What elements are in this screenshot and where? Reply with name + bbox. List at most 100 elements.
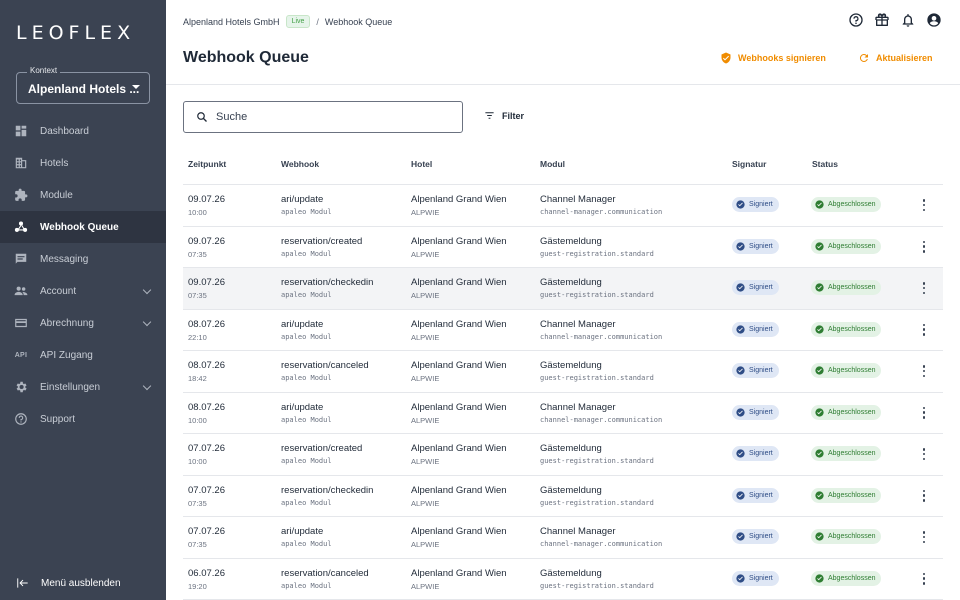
filter-button[interactable]: Filter xyxy=(484,110,524,121)
bell-icon[interactable] xyxy=(900,12,916,28)
more-vert-icon[interactable] xyxy=(920,406,928,419)
table-row[interactable]: 06.07.26 19:20 reservation/canceled apal… xyxy=(183,559,943,600)
collapse-menu-button[interactable]: Menü ausblenden xyxy=(16,576,121,590)
row-module-id: guest-registration.standard xyxy=(540,581,654,590)
column-header-hotel[interactable]: Hotel xyxy=(411,159,432,169)
column-header-webhook[interactable]: Webhook xyxy=(281,159,319,169)
status-label: Abgeschlossen xyxy=(828,408,876,416)
more-vert-icon[interactable] xyxy=(920,572,928,585)
shield-check-icon xyxy=(721,52,731,64)
sign-webhooks-button[interactable]: Webhooks signieren xyxy=(720,52,826,64)
sidebar-item-dashboard[interactable]: Dashboard xyxy=(0,115,166,147)
status-badge: Abgeschlossen xyxy=(811,280,882,295)
column-header-module[interactable]: Modul xyxy=(540,159,565,169)
more-vert-icon[interactable] xyxy=(920,489,928,502)
table-row[interactable]: 08.07.26 18:42 reservation/canceled apal… xyxy=(183,351,943,393)
table-row[interactable]: 09.07.26 07:35 reservation/checkedin apa… xyxy=(183,268,943,310)
logo: LEOFLEX xyxy=(16,22,136,44)
row-webhook: reservation/checkedin xyxy=(281,277,374,288)
people-icon xyxy=(14,284,28,298)
column-header-time[interactable]: Zeitpunkt xyxy=(188,159,226,169)
signature-badge: Signiert xyxy=(732,321,779,337)
refresh-icon xyxy=(859,54,868,63)
row-module-id: guest-registration.standard xyxy=(540,249,654,258)
top-icon-bar xyxy=(838,12,942,28)
sidebar-item-messaging[interactable]: Messaging xyxy=(0,243,166,275)
row-time: 07:35 xyxy=(188,498,207,508)
account-icon[interactable] xyxy=(926,12,942,28)
status-label: Abgeschlossen xyxy=(828,450,876,457)
sidebar-item-api-zugang[interactable]: API API Zugang xyxy=(0,339,166,371)
refresh-button[interactable]: Aktualisieren xyxy=(858,52,933,64)
status-badge: Abgeschlossen xyxy=(811,363,882,378)
row-date: 08.07.26 xyxy=(188,360,225,371)
row-webhook: ari/update xyxy=(281,318,324,330)
row-source: apaleo Modul xyxy=(281,540,332,548)
row-module-id: channel-manager.communication xyxy=(540,208,663,216)
row-date: 07.07.26 xyxy=(188,443,225,454)
breadcrumb: Alpenland Hotels GmbH Live / Webhook Que… xyxy=(183,15,392,28)
row-hotel: Alpenland Grand Wien xyxy=(411,194,507,205)
sidebar-item-label: Account xyxy=(40,285,77,297)
sidebar-item-hotels[interactable]: Hotels xyxy=(0,147,166,179)
status-badge: Abgeschlossen xyxy=(811,321,882,337)
row-module-id: guest-registration.standard xyxy=(540,374,654,382)
sidebar-item-support[interactable]: Support xyxy=(0,403,166,435)
sidebar-item-label: API Zugang xyxy=(40,349,93,361)
signature-label: Signiert xyxy=(749,491,773,499)
table-row[interactable]: 09.07.26 10:00 ari/update apaleo Modul A… xyxy=(183,185,943,227)
row-date: 08.07.26 xyxy=(188,318,225,330)
sidebar-item-einstellungen[interactable]: Einstellungen xyxy=(0,371,166,403)
search-input[interactable] xyxy=(216,111,436,123)
context-select[interactable]: Kontext Alpenland Hotels ... xyxy=(16,66,150,104)
column-header-signature[interactable]: Signatur xyxy=(732,159,766,169)
sidebar-item-label: Module xyxy=(40,189,73,201)
table-row[interactable]: 07.07.26 07:35 reservation/checkedin apa… xyxy=(183,476,943,517)
gift-icon[interactable] xyxy=(874,12,890,28)
row-module-id: guest-registration.standard xyxy=(540,498,654,507)
sidebar-item-label: Abrechnung xyxy=(40,317,94,329)
breadcrumb-separator: / xyxy=(316,16,319,27)
table-row[interactable]: 07.07.26 10:00 reservation/created apale… xyxy=(183,434,943,476)
table-row[interactable]: 07.07.26 07:35 ari/update apaleo Modul A… xyxy=(183,517,943,559)
sidebar-item-modules[interactable]: Module xyxy=(0,179,166,211)
table-row[interactable]: 09.07.26 07:35 reservation/created apale… xyxy=(183,227,943,268)
main-content: Alpenland Hotels GmbH Live / Webhook Que… xyxy=(166,0,960,600)
search-icon xyxy=(197,112,207,122)
verified-icon xyxy=(736,490,745,500)
row-time: 07:35 xyxy=(188,291,207,300)
row-source: apaleo Modul xyxy=(281,208,332,216)
breadcrumb-org[interactable]: Alpenland Hotels GmbH xyxy=(183,17,280,27)
row-module: Gästemeldung xyxy=(540,360,602,371)
status-badge: Abgeschlossen xyxy=(811,529,882,544)
more-vert-icon[interactable] xyxy=(920,282,928,294)
more-vert-icon[interactable] xyxy=(920,531,928,543)
sidebar-item-abrechnung[interactable]: Abrechnung xyxy=(0,307,166,339)
verified-icon xyxy=(736,324,745,334)
search-field[interactable] xyxy=(183,101,463,133)
sidebar-item-label: Messaging xyxy=(40,253,89,265)
column-header-status[interactable]: Status xyxy=(812,159,838,169)
status-label: Abgeschlossen xyxy=(828,367,876,374)
more-vert-icon[interactable] xyxy=(920,240,928,253)
signature-label: Signiert xyxy=(749,284,773,291)
signature-badge: Signiert xyxy=(732,197,779,212)
table-row[interactable]: 08.07.26 22:10 ari/update apaleo Modul A… xyxy=(183,310,943,351)
page-title: Webhook Queue xyxy=(183,49,309,66)
sidebar-item-webhook-queue[interactable]: Webhook Queue xyxy=(0,211,166,243)
sidebar-item-label: Dashboard xyxy=(40,125,89,137)
dashboard-icon xyxy=(14,124,28,138)
row-hotel: Alpenland Grand Wien xyxy=(411,360,507,371)
more-vert-icon[interactable] xyxy=(920,323,928,336)
signature-badge: Signiert xyxy=(732,363,779,378)
row-module: Gästemeldung xyxy=(540,235,602,247)
more-vert-icon[interactable] xyxy=(920,199,928,211)
row-source: apaleo Modul xyxy=(281,291,332,299)
help-icon[interactable] xyxy=(848,12,864,28)
chevron-down-icon xyxy=(142,285,152,295)
more-vert-icon[interactable] xyxy=(920,365,928,377)
table-row[interactable]: 08.07.26 10:00 ari/update apaleo Modul A… xyxy=(183,393,943,434)
row-time: 10:00 xyxy=(188,457,207,466)
more-vert-icon[interactable] xyxy=(920,448,928,460)
sidebar-item-account[interactable]: Account xyxy=(0,275,166,307)
